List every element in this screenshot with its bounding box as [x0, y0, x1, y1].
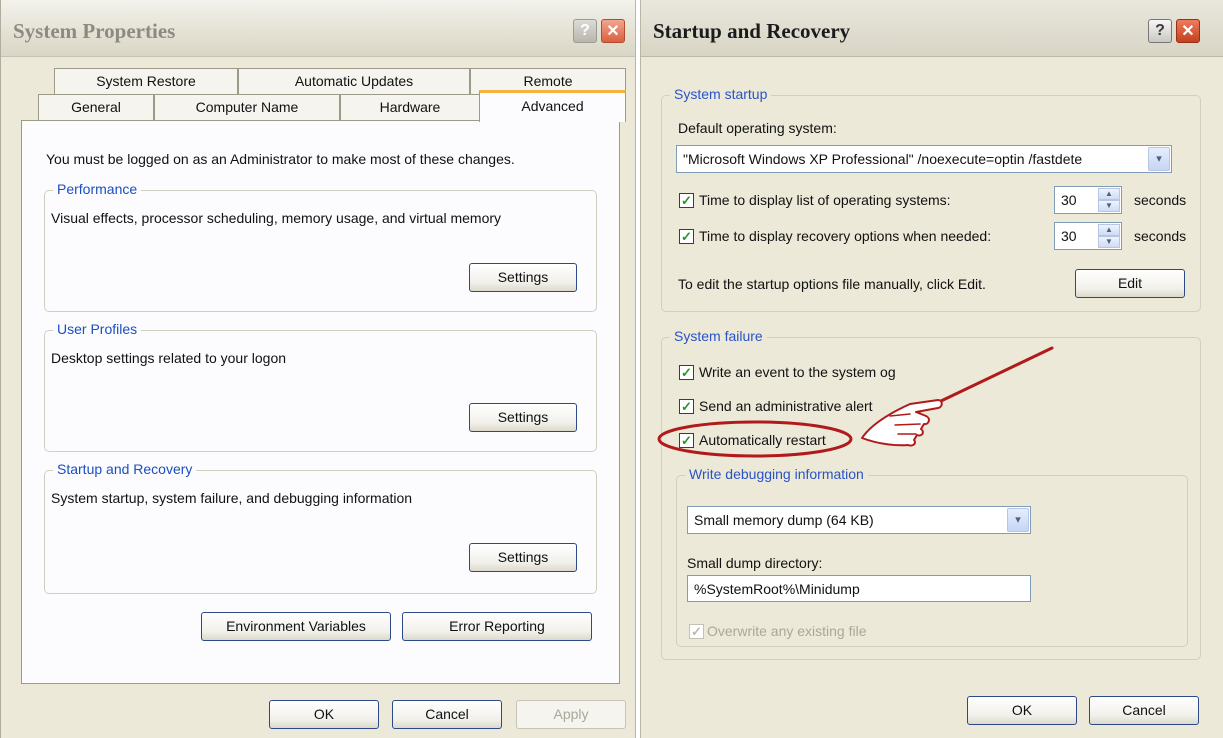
help-icon[interactable]: ?: [1148, 19, 1172, 43]
dump-type-value: Small memory dump (64 KB): [694, 512, 874, 528]
tab-system-restore[interactable]: System Restore: [54, 68, 238, 94]
spin-down-icon[interactable]: ▼: [1098, 236, 1120, 248]
dump-directory-label: Small dump directory:: [687, 555, 823, 571]
title-bar[interactable]: System Properties ? ✕: [1, 0, 635, 57]
ok-button[interactable]: OK: [269, 700, 379, 729]
error-reporting-button[interactable]: Error Reporting: [402, 612, 592, 641]
startup-recovery-description: System startup, system failure, and debu…: [51, 490, 413, 506]
tab-automatic-updates[interactable]: Automatic Updates: [238, 68, 470, 94]
performance-group: Performance Visual effects, processor sc…: [44, 181, 597, 312]
title-bar[interactable]: Startup and Recovery ? ✕: [641, 0, 1223, 57]
tab-advanced[interactable]: Advanced: [479, 90, 626, 122]
display-list-value: 30: [1061, 192, 1077, 208]
overwrite-checkbox[interactable]: ✓: [689, 624, 704, 639]
chevron-down-icon[interactable]: ▾: [1007, 508, 1029, 532]
display-recovery-unit: seconds: [1134, 228, 1187, 244]
annotation-overlay: [657, 346, 1054, 458]
highlight-ellipse: [657, 420, 853, 458]
window-title: System Properties: [13, 19, 176, 43]
startup-recovery-legend: Startup and Recovery: [53, 461, 197, 477]
window-title: Startup and Recovery: [653, 19, 851, 43]
display-list-checkbox[interactable]: ✓: [679, 193, 694, 208]
performance-legend: Performance: [53, 181, 142, 197]
startup-recovery-group: Startup and Recovery System startup, sys…: [44, 461, 597, 594]
display-list-spinner[interactable]: 30 ▲ ▼: [1054, 186, 1122, 214]
advanced-tab-panel: You must be logged on as an Administrato…: [21, 120, 620, 684]
cancel-button[interactable]: Cancel: [1089, 696, 1199, 725]
edit-instructions: To edit the startup options file manuall…: [678, 276, 986, 292]
dump-directory-value: %SystemRoot%\Minidump: [694, 581, 860, 597]
display-recovery-checkbox[interactable]: ✓: [679, 229, 694, 244]
chevron-down-icon[interactable]: ▾: [1148, 147, 1170, 171]
dump-directory-input[interactable]: %SystemRoot%\Minidump: [687, 575, 1031, 602]
user-profiles-group: User Profiles Desktop settings related t…: [44, 321, 597, 452]
performance-settings-button[interactable]: Settings: [469, 263, 577, 292]
help-icon[interactable]: ?: [573, 19, 597, 43]
display-list-label: Time to display list of operating system…: [699, 192, 951, 208]
system-startup-group: System startup Default operating system:…: [661, 86, 1201, 312]
cancel-button[interactable]: Cancel: [392, 700, 502, 729]
close-icon[interactable]: ✕: [601, 19, 625, 43]
tab-general[interactable]: General: [38, 94, 154, 120]
system-startup-legend: System startup: [670, 86, 772, 102]
display-recovery-value: 30: [1061, 228, 1077, 244]
tab-computer-name[interactable]: Computer Name: [154, 94, 340, 120]
close-icon[interactable]: ✕: [1176, 19, 1200, 43]
overwrite-label: Overwrite any existing file: [707, 623, 867, 639]
user-profiles-settings-button[interactable]: Settings: [469, 403, 577, 432]
display-recovery-label: Time to display recovery options when ne…: [699, 228, 992, 244]
apply-button[interactable]: Apply: [516, 700, 626, 729]
pointing-hand-icon: [861, 399, 943, 447]
user-profiles-legend: User Profiles: [53, 321, 142, 337]
default-os-label: Default operating system:: [678, 120, 837, 136]
default-os-value: "Microsoft Windows XP Professional" /noe…: [683, 151, 1083, 167]
debug-info-group: Write debugging information Small memory…: [676, 466, 1188, 647]
edit-button[interactable]: Edit: [1075, 269, 1185, 298]
spin-up-icon[interactable]: ▲: [1098, 188, 1120, 200]
display-recovery-spinner[interactable]: 30 ▲ ▼: [1054, 222, 1122, 250]
tab-hardware[interactable]: Hardware: [340, 94, 480, 120]
spin-up-icon[interactable]: ▲: [1098, 224, 1120, 236]
environment-variables-button[interactable]: Environment Variables: [201, 612, 391, 641]
performance-description: Visual effects, processor scheduling, me…: [51, 210, 502, 226]
dump-type-select[interactable]: Small memory dump (64 KB) ▾: [687, 506, 1031, 534]
user-profiles-description: Desktop settings related to your logon: [51, 350, 287, 366]
ok-button[interactable]: OK: [967, 696, 1077, 725]
system-properties-window: System Properties ? ✕ System Restore Aut…: [0, 0, 636, 738]
startup-recovery-settings-button[interactable]: Settings: [469, 543, 577, 572]
display-list-unit: seconds: [1134, 192, 1187, 208]
default-os-select[interactable]: "Microsoft Windows XP Professional" /noe…: [676, 145, 1172, 173]
admin-notice: You must be logged on as an Administrato…: [46, 151, 515, 167]
spin-down-icon[interactable]: ▼: [1098, 200, 1120, 212]
